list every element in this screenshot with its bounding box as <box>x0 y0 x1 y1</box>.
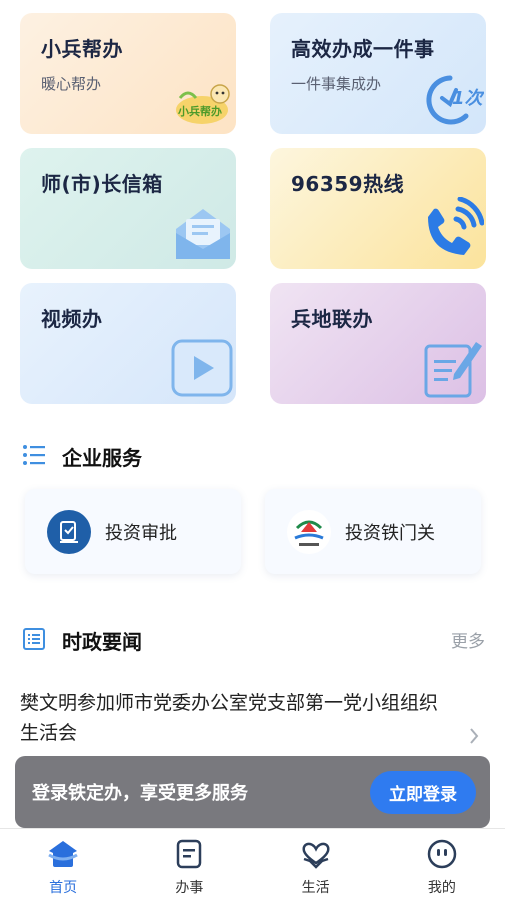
card-title: 高效办成一件事 <box>291 37 435 61</box>
card-xiaobing-help[interactable]: 小兵帮办 暖心帮办 小兵帮办 <box>20 13 236 134</box>
login-message: 登录铁定办，享受更多服务 <box>32 783 248 804</box>
invest-tiemenguan-button[interactable]: 投资铁门关 <box>265 489 481 574</box>
profile-icon <box>427 839 457 873</box>
tab-label: 办事 <box>175 880 204 896</box>
chevron-right-icon[interactable] <box>469 727 479 749</box>
card-title: 视频办 <box>41 307 103 331</box>
section-title: 时政要闻 <box>62 630 142 654</box>
tab-tasks[interactable]: 办事 <box>126 829 252 899</box>
document-edit-icon <box>420 334 484 402</box>
card-joint-service[interactable]: 兵地联办 <box>270 283 486 404</box>
investment-approval-button[interactable]: 投资审批 <box>25 489 241 574</box>
service-name: 投资铁门关 <box>345 522 435 544</box>
tab-profile[interactable]: 我的 <box>379 829 505 899</box>
card-title: 小兵帮办 <box>41 37 123 61</box>
home-icon <box>47 839 79 873</box>
news-section-header: 时政要闻 <box>22 626 142 655</box>
life-heart-icon <box>300 839 332 873</box>
service-name: 投资审批 <box>105 522 177 544</box>
invest-tiemenguan-logo <box>287 509 331 554</box>
mail-icon <box>172 205 234 267</box>
card-video-service[interactable]: 视频办 <box>20 283 236 404</box>
enterprise-section-header: 企业服务 <box>22 442 142 471</box>
tab-life[interactable]: 生活 <box>253 829 379 899</box>
card-title: 96359热线 <box>291 172 405 196</box>
mascot-icon: 小兵帮办 <box>170 76 234 132</box>
svg-text:小兵帮办: 小兵帮办 <box>177 104 222 118</box>
login-button[interactable]: 立即登录 <box>370 770 476 814</box>
card-title: 师(市)长信箱 <box>41 172 163 196</box>
tab-label: 我的 <box>427 880 456 896</box>
login-prompt-bar: 登录铁定办，享受更多服务 立即登录 <box>15 756 490 828</box>
service-grid: 小兵帮办 暖心帮办 小兵帮办 高效办成一件事 一件事集成办 1次 师(市)长信箱 <box>20 13 486 404</box>
tab-home[interactable]: 首页 <box>0 829 126 899</box>
investment-approval-logo <box>47 509 91 554</box>
svg-text:1次: 1次 <box>452 88 484 109</box>
once-clock-icon: 1次 <box>422 70 486 132</box>
section-title: 企业服务 <box>62 446 142 470</box>
more-news-link[interactable]: 更多 <box>451 627 485 652</box>
phone-icon <box>418 196 485 267</box>
card-mayor-mailbox[interactable]: 师(市)长信箱 <box>20 148 236 269</box>
card-hotline[interactable]: 96359热线 <box>270 148 486 269</box>
tab-label: 首页 <box>49 880 78 896</box>
bottom-tab-bar: 首页 办事 生活 我的 <box>0 828 505 899</box>
card-title: 兵地联办 <box>291 307 373 331</box>
card-one-thing[interactable]: 高效办成一件事 一件事集成办 1次 <box>270 13 486 134</box>
news-headline[interactable]: 樊文明参加师市党委办公室党支部第一党小组组织生活会 <box>20 688 440 748</box>
video-play-icon <box>170 338 234 402</box>
task-icon <box>174 839 204 873</box>
news-list-icon <box>22 627 46 655</box>
list-icon <box>22 444 46 470</box>
tab-label: 生活 <box>301 880 330 896</box>
